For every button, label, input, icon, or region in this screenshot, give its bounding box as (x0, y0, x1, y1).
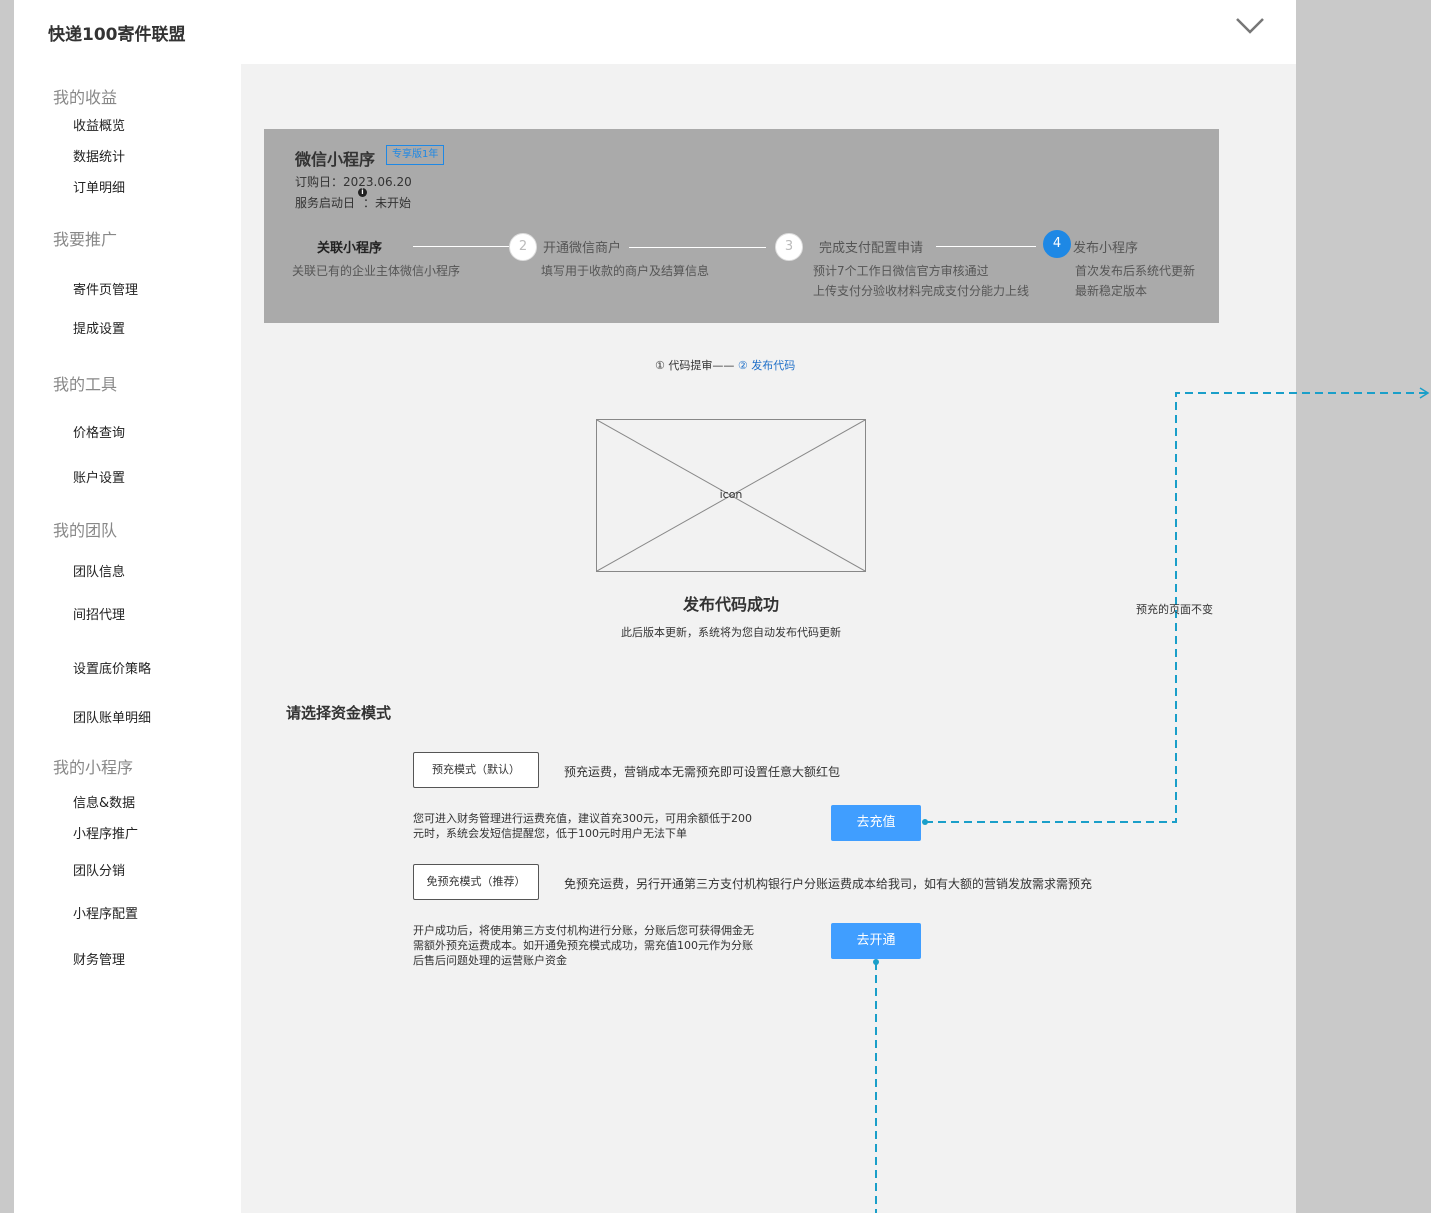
sidebar-item-team-bills[interactable]: 团队账单明细 (73, 707, 151, 726)
step-connector (629, 247, 766, 248)
substep-code-review: ① 代码提审—— (655, 359, 735, 372)
sidebar-item-account-settings[interactable]: 账户设置 (73, 467, 125, 486)
step-2-number: 2 (509, 233, 537, 261)
sidebar-item-price-query[interactable]: 价格查询 (73, 422, 125, 441)
service-start-value: ：未开始 (363, 196, 412, 210)
sidebar-item-mp-config[interactable]: 小程序配置 (73, 903, 138, 922)
sidebar-item-commission[interactable]: 提成设置 (73, 318, 125, 337)
sidebar-group-promotion: 我要推广 (53, 230, 118, 249)
activate-button[interactable]: 去开通 (831, 923, 921, 959)
prepaid-mode-option[interactable]: 预充模式（默认） (413, 752, 539, 788)
success-desc: 此后版本更新，系统将为您自动发布代码更新 (621, 626, 841, 639)
order-date: 订购日：2023.06.20 (295, 175, 412, 189)
step-3-number: 3 (775, 233, 803, 261)
free-detail-line2: 需额外预充运费成本。如开通免预充模式成功，需充值100元作为分账 (413, 939, 753, 952)
sidebar-item-shipping-page[interactable]: 寄件页管理 (73, 279, 138, 298)
prepaid-mode-desc: 预充运费，营销成本无需预充即可设置任意大额红包 (564, 765, 841, 779)
step-4-desc-line1: 首次发布后系统代更新 (1075, 264, 1196, 278)
info-icon[interactable]: i (358, 188, 367, 197)
sidebar-item-mp-promotion[interactable]: 小程序推广 (73, 823, 138, 842)
free-detail-line3: 后售后问题处理的运营账户资金 (413, 954, 567, 967)
step-4-number: 4 (1043, 230, 1071, 258)
step-connector (413, 246, 509, 247)
success-image-placeholder: icon (596, 419, 866, 572)
publish-substeps: ① 代码提审—— ② 发布代码 (655, 357, 795, 373)
chevron-down-icon[interactable] (1234, 12, 1266, 38)
app-title: 快递100寄件联盟 (48, 25, 186, 45)
success-title: 发布代码成功 (682, 595, 779, 614)
free-detail-line1: 开户成功后，将使用第三方支付机构进行分账，分账后您可获得佣金无 (413, 924, 754, 937)
service-start: 服务启动日 ：未开始 (295, 194, 411, 211)
connector-annotation: 预充的页面不变 (1136, 603, 1213, 616)
sidebar-item-info-data[interactable]: 信息&数据 (73, 792, 135, 811)
step-4-title: 发布小程序 (1073, 241, 1139, 256)
service-start-label: 服务启动日 (295, 196, 356, 210)
prepaid-detail-line2: 元时，系统会发短信提醒您，低于100元时用户无法下单 (413, 827, 687, 840)
step-1-desc: 关联已有的企业主体微信小程序 (292, 264, 461, 278)
sidebar-group-tools: 我的工具 (53, 375, 118, 394)
sidebar-item-team-distribution[interactable]: 团队分销 (73, 860, 125, 879)
fund-mode-title: 请选择资金模式 (286, 704, 392, 722)
step-2-desc: 填写用于收款的商户及结算信息 (541, 264, 710, 278)
sidebar-group-earnings: 我的收益 (53, 88, 118, 107)
banner-title: 微信小程序 (295, 150, 376, 169)
sidebar-item-team-info[interactable]: 团队信息 (73, 561, 125, 580)
free-prepaid-mode-option[interactable]: 免预充模式（推荐） (413, 864, 539, 900)
sidebar-item-statistics[interactable]: 数据统计 (73, 146, 125, 165)
plan-badge: 专享版1年 (386, 145, 445, 165)
sidebar-item-indirect-agents[interactable]: 间招代理 (73, 604, 125, 623)
sidebar (14, 64, 241, 1213)
prepaid-detail-line1: 您可进入财务管理进行运费充值，建议首充300元，可用余额低于200 (413, 812, 752, 825)
recharge-button[interactable]: 去充值 (831, 805, 921, 841)
step-3-desc-line2: 上传支付分验收材料完成支付分能力上线 (813, 284, 1030, 298)
sidebar-item-earnings-overview[interactable]: 收益概览 (73, 115, 125, 134)
step-1-title: 关联小程序 (317, 241, 383, 256)
sidebar-group-team: 我的团队 (53, 521, 118, 540)
step-4-desc-line2: 最新稳定版本 (1075, 284, 1148, 298)
sidebar-item-finance[interactable]: 财务管理 (73, 949, 125, 968)
sidebar-group-miniprogram: 我的小程序 (53, 758, 134, 777)
sidebar-item-base-price[interactable]: 设置底价策略 (73, 658, 151, 677)
step-3-title: 完成支付配置申请 (819, 241, 924, 256)
step-3-desc-line1: 预计7个工作日微信官方审核通过 (813, 264, 989, 278)
substep-publish-code[interactable]: ② 发布代码 (738, 359, 795, 372)
free-prepaid-mode-desc: 免预充运费，另行开通第三方支付机构银行户分账运费成本给我司，如有大额的营销发放需… (564, 877, 1093, 891)
placeholder-label: icon (719, 488, 743, 501)
sidebar-item-order-details[interactable]: 订单明细 (73, 177, 125, 196)
step-2-title: 开通微信商户 (543, 241, 622, 256)
step-connector (936, 246, 1036, 247)
